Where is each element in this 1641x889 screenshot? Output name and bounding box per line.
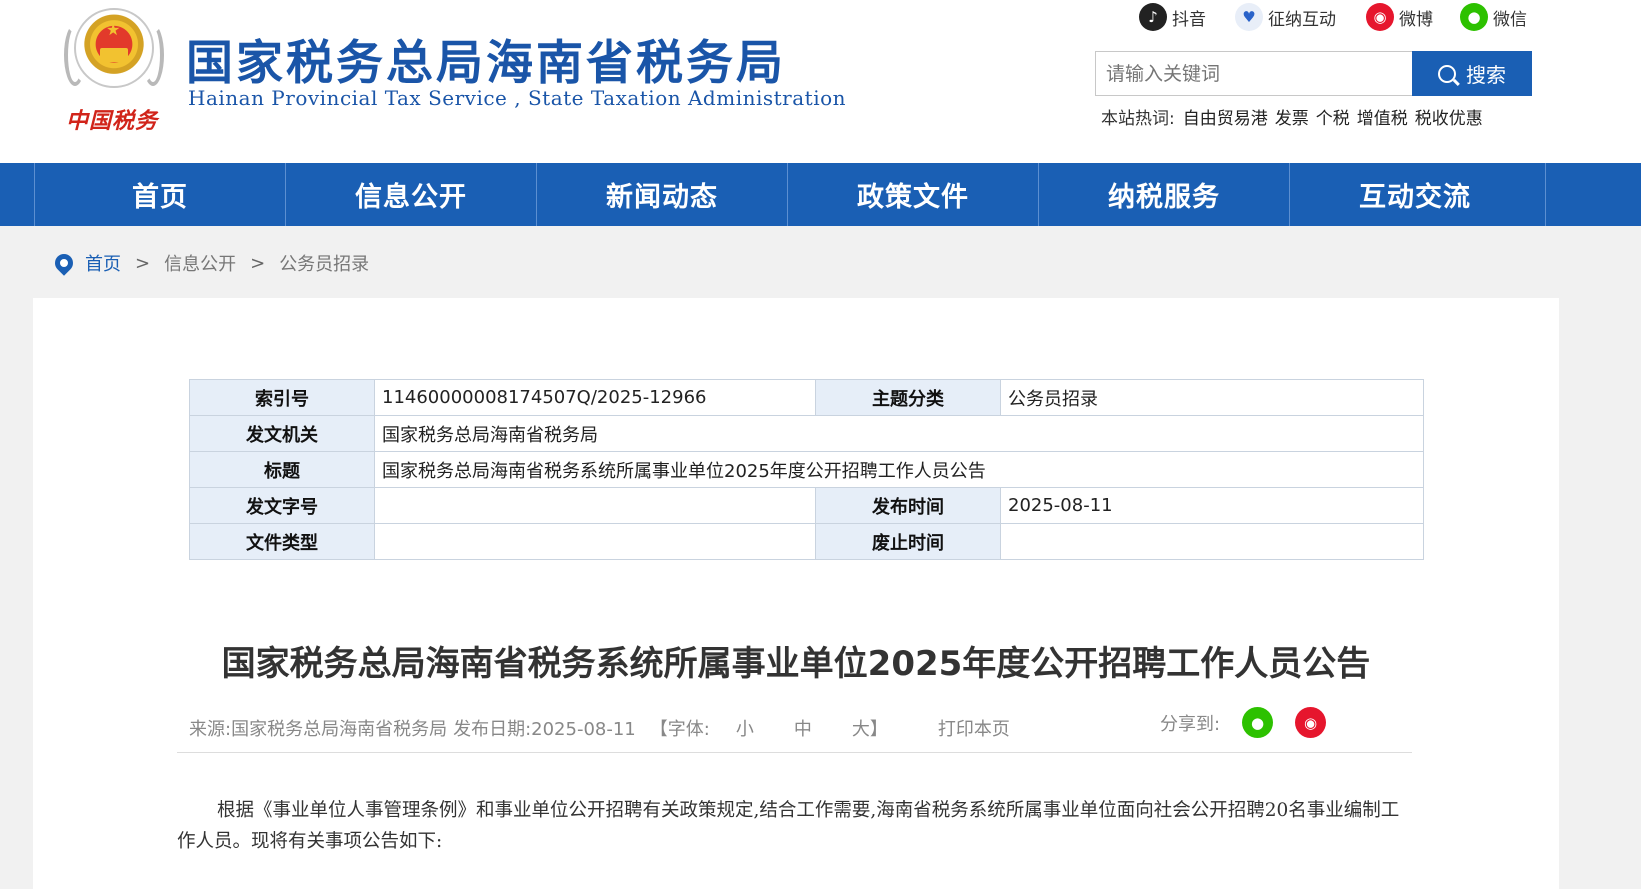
article-divider (177, 752, 1412, 753)
douyin-icon: ♪ (1139, 3, 1167, 31)
breadcrumb-item-recruitment[interactable]: 公务员招录 (279, 250, 369, 276)
font-size-medium-button[interactable]: 中 (794, 715, 812, 741)
hot-keyword-link[interactable]: 发票 (1275, 104, 1309, 129)
meta-value-docno (374, 487, 816, 524)
social-label: 微博 (1399, 9, 1433, 30)
emblem-star-icon: ★ (106, 20, 121, 39)
social-label: 征纳互动 (1268, 9, 1336, 30)
search-input[interactable] (1095, 51, 1413, 96)
share-label: 分享到: (1160, 713, 1221, 735)
table-row: 索引号 11460000008174507Q/2025-12966 主题分类 公… (189, 379, 1424, 416)
document-meta-table: 索引号 11460000008174507Q/2025-12966 主题分类 公… (189, 379, 1424, 560)
article-info-bar: 来源:国家税务总局海南省税务局 发布日期:2025-08-11 【字体: 小 中… (189, 715, 1016, 741)
wechat-icon: ● (1460, 3, 1488, 31)
location-pin-icon (51, 250, 77, 276)
breadcrumb-separator: > (250, 252, 266, 274)
hot-keywords: 本站热词: 自由贸易港 发票 个税 增值税 税收优惠 (1101, 104, 1490, 129)
meta-value-index: 11460000008174507Q/2025-12966 (374, 379, 816, 416)
nav-item-tax-service[interactable]: 纳税服务 (1038, 163, 1289, 226)
nav-item-info-disclosure[interactable]: 信息公开 (285, 163, 536, 226)
table-row: 标题 国家税务总局海南省税务系统所属事业单位2025年度公开招聘工作人员公告 (189, 451, 1424, 488)
social-link-douyin[interactable]: ♪ 抖音 (1139, 2, 1206, 32)
article-source: 来源:国家税务总局海南省税务局 (189, 719, 448, 740)
meta-key-expire: 废止时间 (815, 523, 1001, 560)
hot-keyword-link[interactable]: 自由贸易港 (1183, 104, 1268, 129)
site-header: ★ 中国税务 国家税务总局海南省税务局 Hainan Provincial Ta… (0, 0, 1641, 163)
nav-item-interaction[interactable]: 互动交流 (1289, 163, 1540, 226)
hot-keyword-link[interactable]: 增值税 (1357, 104, 1408, 129)
meta-key-issuer: 发文机关 (189, 415, 375, 452)
nav-item-news[interactable]: 新闻动态 (536, 163, 787, 226)
search-icon (1438, 64, 1456, 83)
table-row: 发文机关 国家税务总局海南省税务局 (189, 415, 1424, 452)
nav-item-home[interactable]: 首页 (34, 163, 285, 226)
nav-item-policy[interactable]: 政策文件 (787, 163, 1038, 226)
meta-key-index: 索引号 (189, 379, 375, 416)
meta-key-title: 标题 (189, 451, 375, 488)
social-link-zhengna[interactable]: ♥ 征纳互动 (1235, 2, 1336, 32)
national-emblem-logo: ★ (62, 6, 166, 98)
font-size-large-button[interactable]: 大】 (852, 715, 888, 741)
site-title[interactable]: 国家税务总局海南省税务局 (186, 24, 786, 93)
meta-value-issuer: 国家税务总局海南省税务局 (374, 415, 1424, 452)
social-link-wechat[interactable]: ● 微信 (1460, 2, 1527, 32)
nav-divider (1545, 163, 1546, 226)
social-label: 抖音 (1172, 9, 1206, 30)
meta-value-pubdate: 2025-08-11 (1000, 487, 1424, 524)
share-weibo-icon[interactable]: ◉ (1295, 707, 1327, 738)
article-date: 发布日期:2025-08-11 (453, 719, 636, 740)
article-body-paragraph: 根据《事业单位人事管理条例》和事业单位公开招聘有关政策规定,结合工作需要,海南省… (177, 800, 1400, 852)
share-wechat-icon[interactable]: ● (1242, 707, 1274, 738)
breadcrumb-separator: > (135, 252, 151, 274)
search-button[interactable]: 搜索 (1412, 51, 1532, 96)
hot-keywords-label: 本站热词: (1101, 109, 1175, 129)
weibo-icon: ◉ (1366, 3, 1394, 31)
social-link-weibo[interactable]: ◉ 微博 (1366, 2, 1433, 32)
breadcrumb-home[interactable]: 首页 (85, 250, 121, 276)
meta-key-category: 主题分类 (815, 379, 1001, 416)
meta-value-title: 国家税务总局海南省税务系统所属事业单位2025年度公开招聘工作人员公告 (374, 451, 1424, 488)
breadcrumb: 首页 > 信息公开 > 公务员招录 (51, 250, 369, 276)
meta-value-category: 公务员招录 (1000, 379, 1424, 416)
social-label: 微信 (1493, 9, 1527, 30)
article-title: 国家税务总局海南省税务系统所属事业单位2025年度公开招聘工作人员公告 (221, 644, 1371, 684)
share-bar: 分享到: ● ◉ (1160, 707, 1327, 738)
search-button-label: 搜索 (1466, 63, 1506, 87)
hot-keyword-link[interactable]: 税收优惠 (1415, 104, 1483, 129)
meta-value-expire (1000, 523, 1424, 560)
print-button[interactable]: 打印本页 (938, 715, 1010, 741)
breadcrumb-item-info[interactable]: 信息公开 (164, 250, 236, 276)
site-title-english: Hainan Provincial Tax Service , State Ta… (188, 86, 847, 110)
font-size-small-button[interactable]: 小 (736, 715, 754, 741)
zhengna-icon: ♥ (1235, 3, 1263, 31)
emblem-gate (100, 48, 128, 62)
meta-key-doctype: 文件类型 (189, 523, 375, 560)
china-tax-seal-text: 中国税务 (66, 108, 159, 134)
hot-keyword-link[interactable]: 个税 (1316, 104, 1350, 129)
meta-key-docno: 发文字号 (189, 487, 375, 524)
meta-key-pubdate: 发布时间 (815, 487, 1001, 524)
table-row: 文件类型 废止时间 (189, 523, 1424, 560)
font-size-label: 【字体: (649, 719, 710, 740)
main-nav: 首页 信息公开 新闻动态 政策文件 纳税服务 互动交流 (0, 163, 1641, 226)
meta-value-doctype (374, 523, 816, 560)
table-row: 发文字号 发布时间 2025-08-11 (189, 487, 1424, 524)
